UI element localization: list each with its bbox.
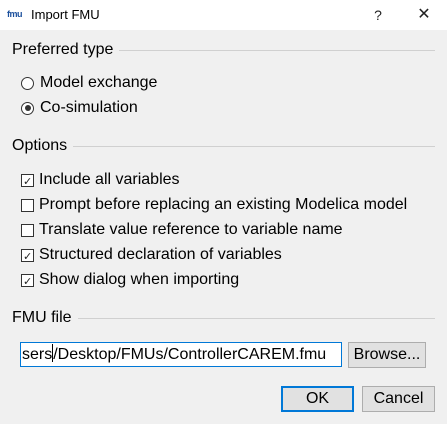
close-button[interactable]: ✕ — [401, 0, 447, 30]
prompt-before-replacing-checkbox[interactable]: Prompt before replacing an existing Mode… — [21, 194, 407, 216]
radio-indicator-selected — [21, 101, 34, 115]
path-text-after-caret: /Desktop/FMUs/ControllerCAREM.fmu — [53, 346, 327, 363]
title-bar: fmu Import FMU ? ✕ — [0, 0, 447, 30]
browse-button[interactable]: Browse... — [348, 342, 426, 368]
checkbox-label: Prompt before replacing an existing Mode… — [39, 196, 408, 213]
checkbox-label: Structured declaration of variables — [39, 246, 282, 263]
translate-value-reference-checkbox[interactable]: Translate value reference to variable na… — [21, 219, 343, 241]
fmu-file-heading: FMU file — [12, 308, 78, 328]
checkbox-checked — [21, 248, 34, 263]
options-heading: Options — [12, 136, 74, 156]
checkbox-label: Include all variables — [39, 171, 180, 188]
checkbox-unchecked — [21, 223, 34, 237]
structured-declaration-checkbox[interactable]: Structured declaration of variables — [21, 244, 282, 266]
radio-label: Co-simulation — [40, 99, 138, 116]
dialog-body: Preferred type Model exchange Co-simulat… — [0, 30, 447, 424]
fmu-app-icon: fmu — [7, 9, 23, 19]
preferred-type-heading: Preferred type — [12, 40, 120, 60]
checkbox-checked — [21, 173, 34, 188]
options-divider — [12, 146, 435, 147]
fmu-file-path-input[interactable]: sers/Desktop/FMUs/ControllerCAREM.fmu — [20, 342, 342, 367]
checkbox-checked — [21, 273, 34, 288]
ok-button[interactable]: OK — [281, 386, 354, 412]
checkbox-label: Translate value reference to variable na… — [39, 221, 343, 238]
show-dialog-checkbox[interactable]: Show dialog when importing — [21, 269, 239, 291]
help-button[interactable]: ? — [355, 0, 401, 30]
window-title: Import FMU — [31, 7, 100, 22]
checkbox-unchecked — [21, 198, 34, 212]
co-simulation-radio[interactable]: Co-simulation — [21, 97, 138, 119]
path-text-before-caret: sers — [22, 346, 53, 363]
model-exchange-radio[interactable]: Model exchange — [21, 72, 157, 94]
include-all-variables-checkbox[interactable]: Include all variables — [21, 169, 180, 191]
radio-label: Model exchange — [40, 74, 158, 91]
radio-indicator — [21, 76, 34, 90]
cancel-button[interactable]: Cancel — [362, 386, 435, 412]
checkbox-label: Show dialog when importing — [39, 271, 240, 288]
